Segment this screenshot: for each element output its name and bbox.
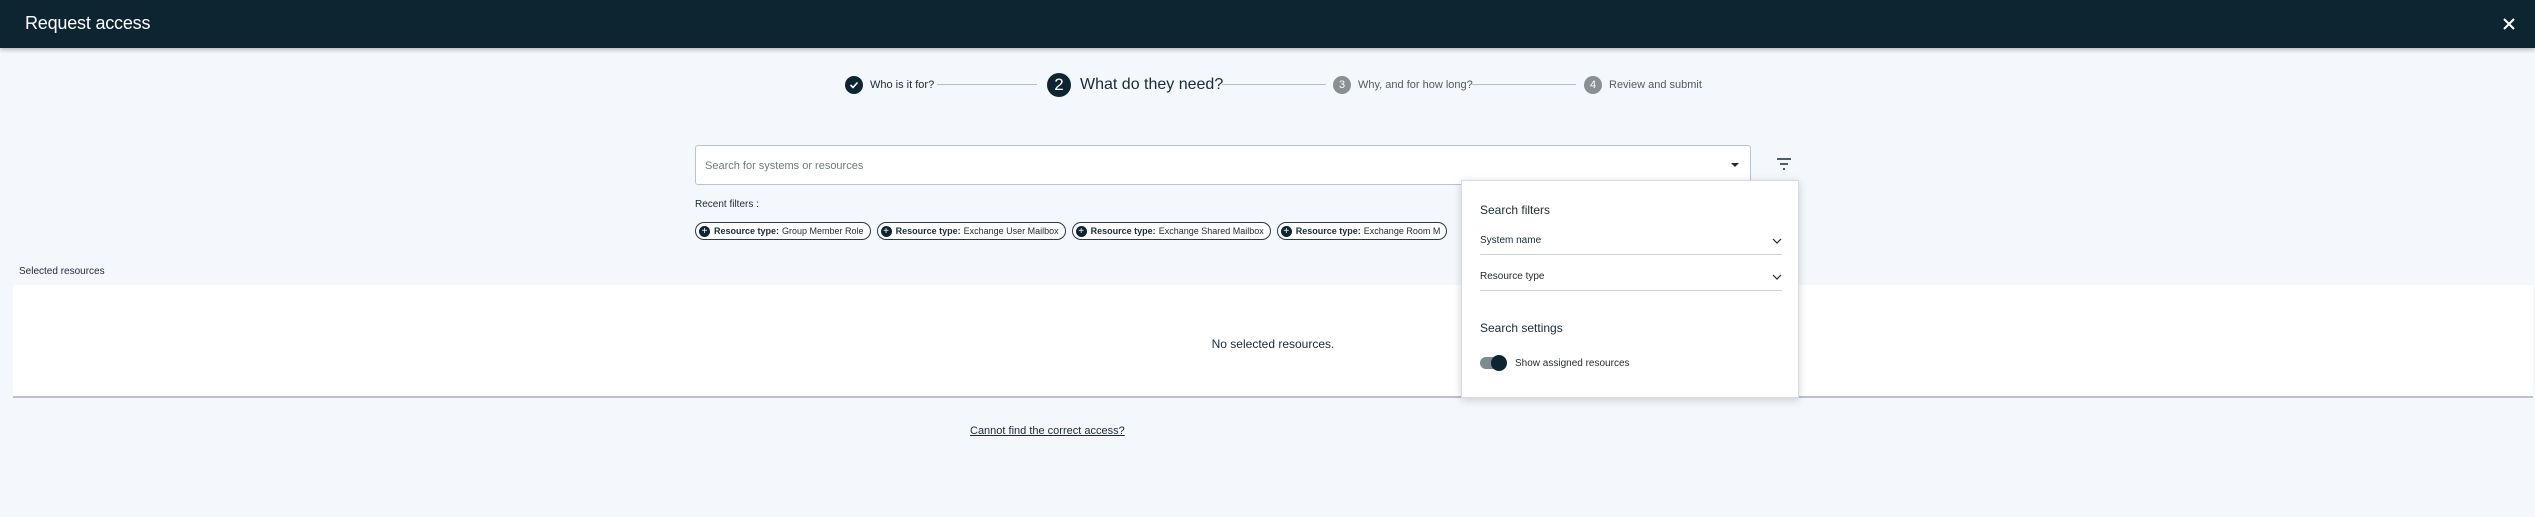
step-label: Review and submit	[1609, 79, 1702, 91]
show-assigned-label: Show assigned resources	[1515, 358, 1630, 369]
recent-filter-chip[interactable]: + Resource type: Exchange Shared Mailbox	[1071, 222, 1271, 240]
plus-icon: +	[1280, 225, 1292, 237]
step-label: What do they need?	[1080, 76, 1224, 93]
chip-key: Resource type:	[1090, 226, 1156, 236]
step-who[interactable]: Who is it for?	[845, 70, 934, 100]
step-connector	[1472, 84, 1576, 85]
system-name-dropdown[interactable]: System name	[1480, 229, 1782, 255]
chip-key: Resource type:	[895, 226, 961, 236]
search-input[interactable]	[705, 155, 1705, 177]
search-filters-title: Search filters	[1480, 203, 1551, 217]
step-why[interactable]: 3 Why, and for how long?	[1333, 70, 1473, 100]
filter-icon[interactable]	[1775, 155, 1793, 173]
empty-state-text: No selected resources.	[1211, 337, 1335, 351]
step-number: 4	[1584, 76, 1602, 94]
show-assigned-toggle[interactable]	[1480, 355, 1507, 371]
close-icon[interactable]	[2499, 14, 2519, 34]
step-connector	[937, 84, 1037, 85]
step-number: 2	[1047, 73, 1071, 97]
step-number: 3	[1333, 76, 1351, 94]
chip-value: Exchange Room M	[1363, 226, 1441, 236]
selected-resources-label: Selected resources	[19, 266, 105, 277]
step-review[interactable]: 4 Review and submit	[1584, 70, 1702, 100]
filter-popup: Search filters System name Resource type…	[1461, 180, 1799, 398]
step-label: Who is it for?	[870, 79, 935, 91]
chevron-down-icon[interactable]	[1731, 163, 1739, 167]
plus-icon: +	[699, 225, 710, 237]
step-connector	[1222, 84, 1326, 85]
chip-value: Exchange User Mailbox	[963, 226, 1059, 236]
chevron-down-icon	[1772, 274, 1782, 280]
recent-filters-label: Recent filters :	[695, 199, 759, 210]
chip-value: Group Member Role	[782, 226, 864, 236]
step-label: Why, and for how long?	[1358, 79, 1473, 91]
step-what[interactable]: 2 What do they need?	[1047, 70, 1223, 100]
dropdown-label: Resource type	[1480, 271, 1545, 282]
recent-filter-chip[interactable]: + Resource type: Exchange User Mailbox	[876, 222, 1066, 240]
chip-key: Resource type:	[714, 226, 780, 236]
dialog-title: Request access	[25, 13, 151, 33]
selected-resources-panel: No selected resources.	[13, 285, 2533, 398]
recent-filter-chip[interactable]: + Resource type: Exchange Room M	[1276, 222, 1448, 240]
search-settings-title: Search settings	[1480, 321, 1563, 335]
dropdown-label: System name	[1480, 235, 1542, 246]
resource-type-dropdown[interactable]: Resource type	[1480, 265, 1782, 291]
toggle-knob	[1491, 355, 1507, 371]
chevron-down-icon	[1772, 238, 1782, 244]
dialog-header: Request access	[0, 0, 2535, 48]
stepper: Who is it for? 2 What do they need? 3 Wh…	[0, 70, 2535, 100]
plus-icon: +	[1075, 225, 1087, 237]
cannot-find-access-link[interactable]: Cannot find the correct access?	[970, 425, 1125, 437]
chip-key: Resource type:	[1295, 226, 1361, 236]
check-icon	[845, 76, 863, 94]
resource-search[interactable]	[695, 145, 1751, 185]
plus-icon: +	[880, 225, 892, 237]
chip-value: Exchange Shared Mailbox	[1158, 226, 1264, 236]
recent-filter-chips: + Resource type: Group Member Role + Res…	[695, 222, 1448, 240]
recent-filter-chip[interactable]: + Resource type: Group Member Role	[695, 222, 871, 240]
